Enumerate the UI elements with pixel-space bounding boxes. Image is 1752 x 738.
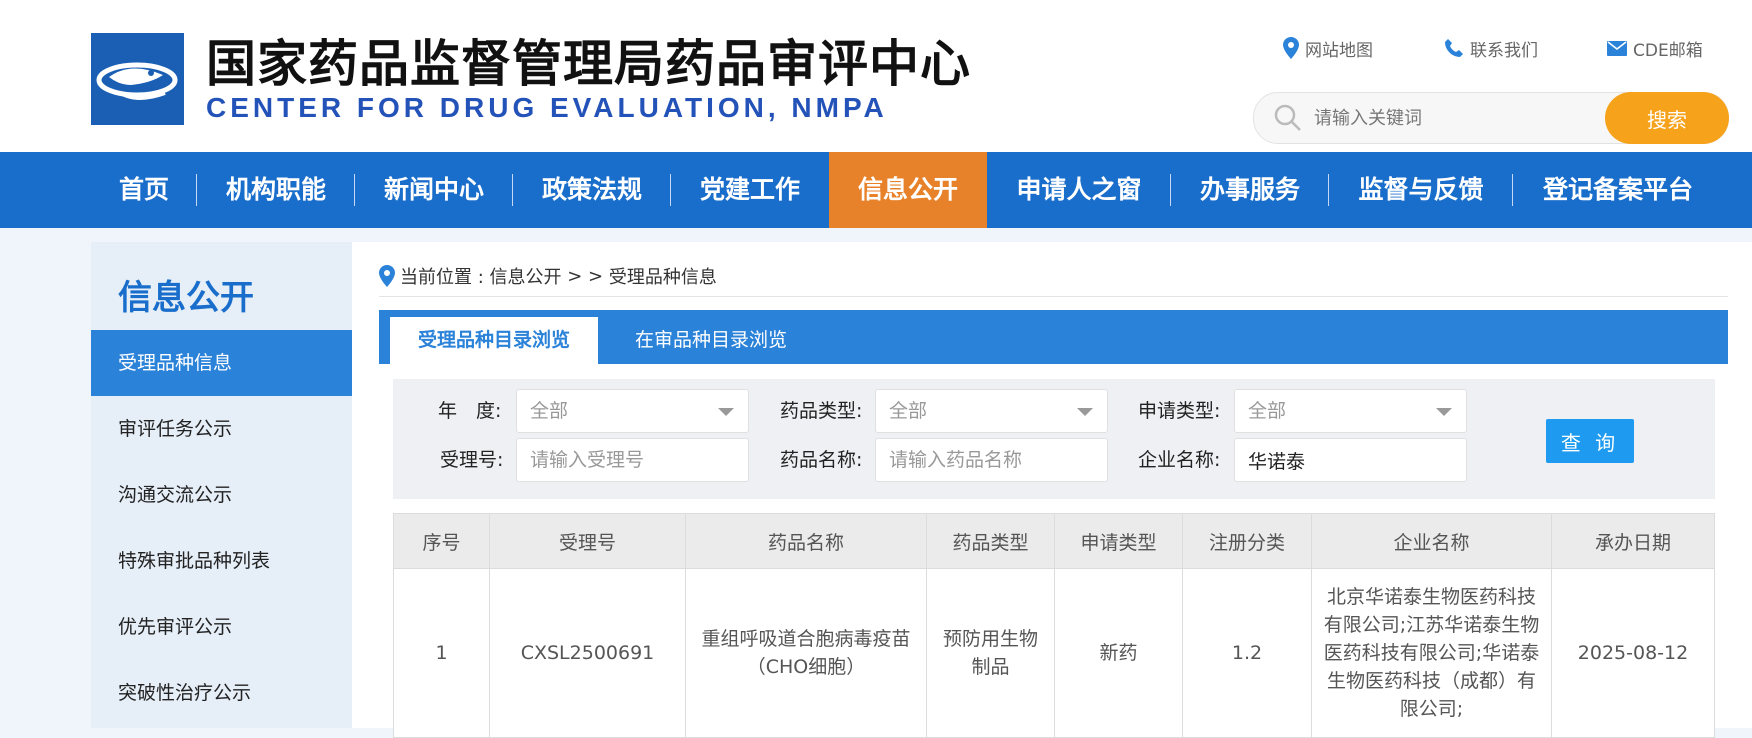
search-icon	[1274, 104, 1301, 131]
nav-applicant[interactable]: 申请人之窗	[987, 152, 1171, 228]
column-header-company: 企业名称	[1311, 513, 1552, 569]
breadcrumb-current: 受理品种信息	[608, 267, 717, 288]
sitemap-link[interactable]: 网站地图	[1283, 36, 1373, 61]
breadcrumb-divider	[379, 296, 1728, 297]
drug-type-select[interactable]: 全部	[875, 389, 1108, 433]
cell-drug-name: 重组呼吸道合胞病毒疫苗（CHO细胞）	[685, 568, 927, 738]
map-pin-icon	[1283, 37, 1299, 59]
nav-registration[interactable]: 登记备案平台	[1513, 152, 1723, 228]
year-label: 年 度:	[438, 400, 502, 422]
breadcrumb-prefix: 当前位置 :	[400, 267, 490, 288]
cell-company: 北京华诺泰生物医药科技有限公司;江苏华诺泰生物医药科技有限公司;华诺泰生物医药科…	[1311, 568, 1552, 738]
breadcrumb: 当前位置 : 信息公开 > > 受理品种信息	[379, 260, 717, 292]
cell-apply-type: 新药	[1054, 568, 1183, 738]
accept-no-label: 受理号:	[440, 449, 504, 471]
search-input[interactable]	[1312, 101, 1596, 135]
sidebar-item-accepted[interactable]: 受理品种信息	[91, 330, 352, 396]
column-header-index: 序号	[393, 513, 490, 569]
sidebar-title: 信息公开	[118, 278, 254, 318]
main-content: 当前位置 : 信息公开 > > 受理品种信息 受理品种目录浏览 在审品种目录浏览…	[352, 242, 1752, 738]
nav-divider	[1512, 174, 1513, 206]
search-button[interactable]: 搜索	[1605, 92, 1729, 144]
drug-name-input[interactable]	[875, 438, 1108, 482]
cell-index: 1	[393, 568, 490, 738]
cell-accept-no: CXSL2500691	[489, 568, 686, 738]
nav-divider	[670, 174, 671, 206]
nav-divider	[354, 174, 355, 206]
cell-reg-class: 1.2	[1182, 568, 1312, 738]
chevron-down-icon	[718, 408, 734, 416]
nav-functions[interactable]: 机构职能	[197, 152, 355, 228]
chevron-down-icon	[1077, 408, 1093, 416]
site-title-cn: 国家药品监督管理局药品审评中心	[206, 35, 971, 93]
company-label: 企业名称:	[1138, 449, 1221, 471]
nav-divider	[196, 174, 197, 206]
breadcrumb-separator: > >	[561, 265, 609, 287]
results-table: 序号 受理号 药品名称 药品类型 申请类型 注册分类 企业名称 承办日期 1 C…	[393, 513, 1715, 738]
drug-name-label: 药品名称:	[780, 449, 863, 471]
nav-news[interactable]: 新闻中心	[355, 152, 513, 228]
nav-home[interactable]: 首页	[91, 152, 197, 228]
sidebar-item-review-tasks[interactable]: 审评任务公示	[91, 396, 352, 462]
sidebar-item-priority[interactable]: 优先审评公示	[91, 594, 352, 660]
nav-supervision[interactable]: 监督与反馈	[1329, 152, 1513, 228]
mail-label: CDE邮箱	[1633, 40, 1703, 61]
filter-panel: 年 度: 全部 药品类型: 全部 申请类型: 全部 受理号: 药品名称: 企业名…	[393, 379, 1715, 499]
main-nav: 首页 机构职能 新闻中心 政策法规 党建工作 信息公开 申请人之窗 办事服务 监…	[0, 152, 1752, 228]
table-header-row: 序号 受理号 药品名称 药品类型 申请类型 注册分类 企业名称 承办日期	[393, 513, 1715, 569]
drug-type-select-value: 全部	[889, 400, 928, 422]
nav-info-public[interactable]: 信息公开	[829, 152, 987, 228]
company-input[interactable]	[1234, 438, 1467, 482]
cde-logo[interactable]	[91, 33, 184, 125]
mail-icon	[1607, 40, 1627, 56]
nav-services[interactable]: 办事服务	[1171, 152, 1329, 228]
tab-accepted-catalog[interactable]: 受理品种目录浏览	[390, 317, 598, 364]
column-header-reg-class: 注册分类	[1182, 513, 1312, 569]
nav-party[interactable]: 党建工作	[671, 152, 829, 228]
sidebar-item-communication[interactable]: 沟通交流公示	[91, 462, 352, 528]
column-header-drug-name: 药品名称	[685, 513, 927, 569]
column-header-drug-type: 药品类型	[926, 513, 1055, 569]
year-select-value: 全部	[530, 400, 569, 422]
year-select[interactable]: 全部	[516, 389, 749, 433]
sidebar: 信息公开 受理品种信息 审评任务公示 沟通交流公示 特殊审批品种列表 优先审评公…	[91, 242, 352, 728]
accept-no-input[interactable]	[516, 438, 749, 482]
chevron-down-icon	[1436, 408, 1452, 416]
drug-type-label: 药品类型:	[780, 400, 863, 422]
apply-type-select[interactable]: 全部	[1234, 389, 1467, 433]
query-button[interactable]: 查 询	[1546, 419, 1634, 463]
cell-drug-type: 预防用生物制品	[926, 568, 1055, 738]
phone-icon	[1445, 39, 1463, 57]
sidebar-item-breakthrough[interactable]: 突破性治疗公示	[91, 660, 352, 726]
nav-divider	[512, 174, 513, 206]
column-header-date: 承办日期	[1551, 513, 1715, 569]
tab-under-review-catalog[interactable]: 在审品种目录浏览	[616, 317, 806, 364]
column-header-accept-no: 受理号	[489, 513, 686, 569]
breadcrumb-section-link[interactable]: 信息公开	[490, 263, 562, 289]
table-row[interactable]: 1 CXSL2500691 重组呼吸道合胞病毒疫苗（CHO细胞） 预防用生物制品…	[393, 568, 1715, 738]
site-title-en: CENTER FOR DRUG EVALUATION, NMPA	[206, 92, 888, 123]
sitemap-label: 网站地图	[1305, 40, 1373, 61]
contact-link[interactable]: 联系我们	[1444, 36, 1538, 61]
mail-link[interactable]: CDE邮箱	[1607, 36, 1703, 61]
contact-label: 联系我们	[1470, 40, 1538, 61]
apply-type-label: 申请类型:	[1138, 400, 1221, 422]
site-header: 国家药品监督管理局药品审评中心 CENTER FOR DRUG EVALUATI…	[0, 0, 1752, 152]
location-pin-icon	[379, 265, 395, 287]
nav-divider	[1170, 174, 1171, 206]
column-header-apply-type: 申请类型	[1054, 513, 1183, 569]
site-search: 搜索	[1253, 92, 1729, 144]
sidebar-item-special-approval[interactable]: 特殊审批品种列表	[91, 528, 352, 594]
nav-policy[interactable]: 政策法规	[513, 152, 671, 228]
tab-bar: 受理品种目录浏览 在审品种目录浏览	[379, 310, 1728, 364]
nav-divider	[1328, 174, 1329, 206]
cell-date: 2025-08-12	[1551, 568, 1715, 738]
apply-type-select-value: 全部	[1248, 400, 1287, 422]
